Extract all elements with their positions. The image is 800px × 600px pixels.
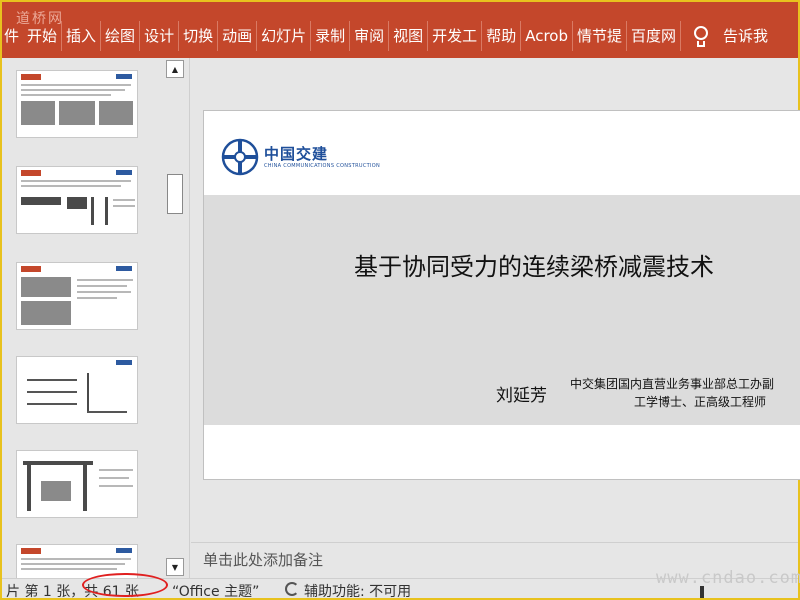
logo-text: 中国交建	[264, 145, 329, 163]
tab-transitions[interactable]: 切换	[179, 21, 219, 51]
tab-design[interactable]: 设计	[140, 21, 180, 51]
accessibility-status[interactable]: 辅助功能: 不可用	[304, 581, 411, 600]
current-slide[interactable]: 中国交建 CHINA COMMUNICATIONS CONSTRUCTION 基…	[203, 110, 800, 480]
tab-storyboard[interactable]: 情节提	[573, 21, 627, 51]
slide-thumbnail[interactable]	[16, 70, 138, 138]
slide-thumbnail[interactable]	[16, 262, 138, 330]
tab-insert[interactable]: 插入	[62, 21, 102, 51]
tab-review[interactable]: 审阅	[350, 21, 390, 51]
scroll-down-icon[interactable]: ▼	[166, 558, 184, 576]
tab-acrobat[interactable]: Acrob	[521, 21, 573, 51]
slide-thumbnail[interactable]	[16, 166, 138, 234]
scrollbar-thumb[interactable]	[167, 174, 183, 214]
slide-edit-area[interactable]: 中国交建 CHINA COMMUNICATIONS CONSTRUCTION 基…	[191, 58, 800, 542]
tab-draw[interactable]: 绘图	[101, 21, 141, 51]
highlight-circle	[82, 573, 168, 597]
tab-help[interactable]: 帮助	[482, 21, 522, 51]
slide-thumbnail[interactable]	[16, 356, 138, 424]
tab-animations[interactable]: 动画	[218, 21, 258, 51]
tab-slideshow[interactable]: 幻灯片	[257, 21, 312, 51]
ribbon-tabs: 件 开始 插入 绘图 设计 切换 动画 幻灯片 录制 审阅 视图 开发工 帮助 …	[2, 6, 772, 58]
slide-thumbnail-panel[interactable]: ▲ ▼	[2, 58, 190, 578]
watermark-bottom: www.cndao.com	[656, 568, 800, 588]
logo-subtext: CHINA COMMUNICATIONS CONSTRUCTION	[264, 163, 381, 169]
tab-baidu[interactable]: 百度网	[627, 21, 682, 51]
tab-view[interactable]: 视图	[389, 21, 429, 51]
slide-thumbnail[interactable]	[16, 450, 138, 518]
slide-credentials[interactable]: 工学博士、正高级工程师	[634, 393, 766, 410]
accessibility-icon[interactable]	[285, 582, 299, 596]
company-logo-icon	[221, 138, 259, 176]
thumbnail-scrollbar[interactable]: ▲ ▼	[166, 58, 184, 578]
slide-title[interactable]: 基于协同受力的连续梁桥减震技术	[204, 247, 800, 282]
lightbulb-icon[interactable]	[691, 26, 711, 50]
notes-placeholder[interactable]: 单击此处添加备注	[203, 549, 323, 570]
ribbon-tab-bar: 件 开始 插入 绘图 设计 切换 动画 幻灯片 录制 审阅 视图 开发工 帮助 …	[2, 2, 798, 58]
theme-name: “Office 主题”	[172, 584, 260, 600]
scroll-up-icon[interactable]: ▲	[166, 60, 184, 78]
tab-developer[interactable]: 开发工	[428, 21, 483, 51]
slide-author[interactable]: 刘延芳	[496, 381, 547, 406]
watermark-top: 道桥网	[16, 11, 64, 27]
tell-me-search[interactable]: 告诉我	[719, 21, 772, 51]
slide-affiliation[interactable]: 中交集团国内直营业务事业部总工办副	[570, 375, 774, 392]
tab-record[interactable]: 录制	[311, 21, 351, 51]
